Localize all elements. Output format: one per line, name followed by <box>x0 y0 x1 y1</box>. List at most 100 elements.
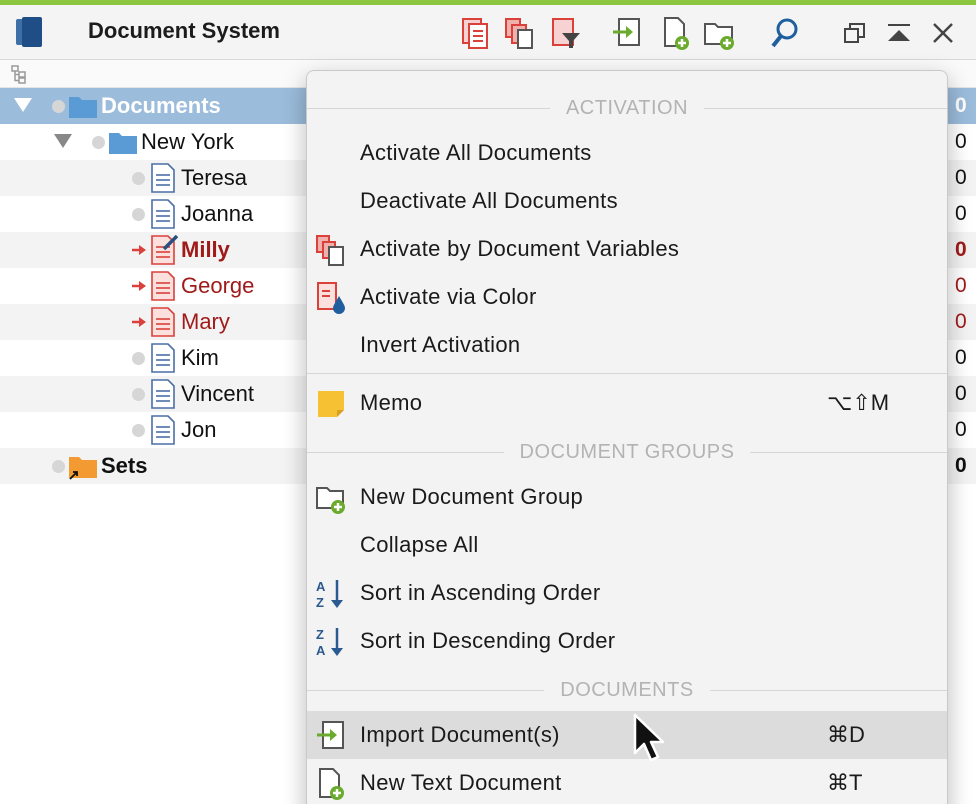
context-menu: ACTIVATION Activate All Documents Deacti… <box>306 70 948 804</box>
menu-item-label: Import Document(s) <box>360 722 560 747</box>
menu-shortcut: ⌘T <box>827 770 863 795</box>
activated-arrow-icon <box>132 281 146 291</box>
document-variables-button[interactable] <box>500 13 538 53</box>
activation-dot[interactable] <box>52 100 65 113</box>
memo-icon <box>318 391 344 417</box>
menu-item-label: Activate All Documents <box>360 140 592 165</box>
folder-icon <box>109 133 137 154</box>
menu-item-new-text-document[interactable]: New Text Document ⌘T <box>307 759 947 804</box>
menu-section-documents: DOCUMENTS <box>307 675 947 705</box>
menu-item-sort-descending[interactable]: Z A Sort in Descending Order <box>307 617 947 665</box>
tree-label: Jon <box>181 417 217 442</box>
menu-item-label: Sort in Ascending Order <box>360 580 601 605</box>
import-icon <box>613 18 640 46</box>
document-system-icon <box>16 17 42 47</box>
menu-item-activate-all[interactable]: Activate All Documents <box>307 129 947 177</box>
activation-dot[interactable] <box>132 388 145 401</box>
text-document-icon <box>151 307 175 337</box>
expand-triangle-icon[interactable] <box>14 98 32 112</box>
tree-label: New York <box>141 129 234 154</box>
new-folder-icon <box>704 23 734 50</box>
menu-item-memo[interactable]: Memo ⌥⇧M <box>307 379 947 427</box>
folder-icon <box>69 97 97 118</box>
text-document-icon <box>151 271 175 301</box>
new-document-icon <box>319 768 344 800</box>
search-button[interactable] <box>766 13 804 53</box>
menu-separator <box>307 373 947 374</box>
menu-item-label: Invert Activation <box>360 332 521 357</box>
activation-dot[interactable] <box>132 172 145 185</box>
menu-item-activate-via-color[interactable]: Activate via Color <box>307 273 947 321</box>
titlebar: Document System <box>0 5 976 60</box>
import-icon <box>317 721 344 749</box>
activation-dot[interactable] <box>52 460 65 473</box>
tree-count: 0 <box>955 94 967 117</box>
activated-arrow-icon <box>132 245 146 255</box>
tree-label: Teresa <box>181 165 248 190</box>
sets-folder-icon <box>69 457 97 480</box>
activation-dot[interactable] <box>132 352 145 365</box>
tree-count: 0 <box>955 310 967 333</box>
undock-button[interactable] <box>836 13 874 53</box>
menu-item-label: Deactivate All Documents <box>360 188 618 213</box>
tree-count: 0 <box>955 418 967 441</box>
menu-item-collapse-all[interactable]: Collapse All <box>307 521 947 569</box>
text-document-icon <box>151 199 175 229</box>
import-button[interactable] <box>608 13 646 53</box>
text-document-icon <box>151 415 175 445</box>
tree-label: George <box>181 273 255 298</box>
section-label: DOCUMENT GROUPS <box>503 441 751 463</box>
sort-descending-icon: Z A <box>316 627 343 658</box>
undock-icon <box>844 23 865 43</box>
tree-label: Documents <box>101 93 221 118</box>
activation-dot[interactable] <box>92 136 105 149</box>
close-button[interactable] <box>924 13 962 53</box>
collapse-button[interactable] <box>880 13 918 53</box>
activate-documents-button[interactable] <box>456 13 494 53</box>
sort-ascending-icon: A Z <box>316 579 343 610</box>
menu-item-activate-by-variables[interactable]: Activate by Document Variables <box>307 225 947 273</box>
tree-label: Mary <box>181 309 230 334</box>
tree-label: Joanna <box>181 201 254 226</box>
new-document-button[interactable] <box>656 13 694 53</box>
menu-item-label: New Text Document <box>360 770 562 795</box>
new-folder-button[interactable] <box>700 13 738 53</box>
filter-documents-button[interactable] <box>546 13 584 53</box>
menu-item-label: Sort in Descending Order <box>360 628 616 653</box>
menu-item-sort-ascending[interactable]: A Z Sort in Ascending Order <box>307 569 947 617</box>
menu-item-new-document-group[interactable]: New Document Group <box>307 473 947 521</box>
activate-documents-icon <box>462 18 488 49</box>
window-title: Document System <box>88 18 280 43</box>
tree-count: 0 <box>955 130 967 153</box>
new-document-icon <box>664 17 689 50</box>
hierarchy-icon[interactable] <box>10 64 28 84</box>
edit-document-icon <box>151 235 178 265</box>
filter-documents-icon <box>552 18 580 48</box>
menu-item-label: New Document Group <box>360 484 584 509</box>
text-document-icon <box>151 343 175 373</box>
text-document-icon <box>151 163 175 193</box>
menu-shortcut: ⌘D <box>827 722 865 747</box>
menu-item-import-documents[interactable]: Import Document(s) ⌘D <box>307 711 947 759</box>
section-label: ACTIVATION <box>549 97 705 119</box>
tree-count: 0 <box>955 202 967 225</box>
svg-text:A: A <box>316 579 326 594</box>
svg-text:Z: Z <box>316 627 324 642</box>
svg-text:A: A <box>316 643 326 658</box>
expand-triangle-icon[interactable] <box>54 134 72 148</box>
menu-item-invert-activation[interactable]: Invert Activation <box>307 321 947 369</box>
tree-count: 0 <box>955 454 967 477</box>
tree-count: 0 <box>955 274 967 297</box>
color-drop-icon <box>317 282 345 314</box>
activation-dot[interactable] <box>132 208 145 221</box>
activated-arrow-icon <box>132 317 146 327</box>
collapse-icon <box>888 24 910 41</box>
menu-section-activation: ACTIVATION <box>307 93 947 123</box>
tree-label: Sets <box>101 453 148 478</box>
mouse-cursor-icon <box>633 713 665 762</box>
document-variables-icon <box>505 18 533 49</box>
menu-item-deactivate-all[interactable]: Deactivate All Documents <box>307 177 947 225</box>
activation-dot[interactable] <box>132 424 145 437</box>
tree-count: 0 <box>955 166 967 189</box>
tree-count: 0 <box>955 382 967 405</box>
